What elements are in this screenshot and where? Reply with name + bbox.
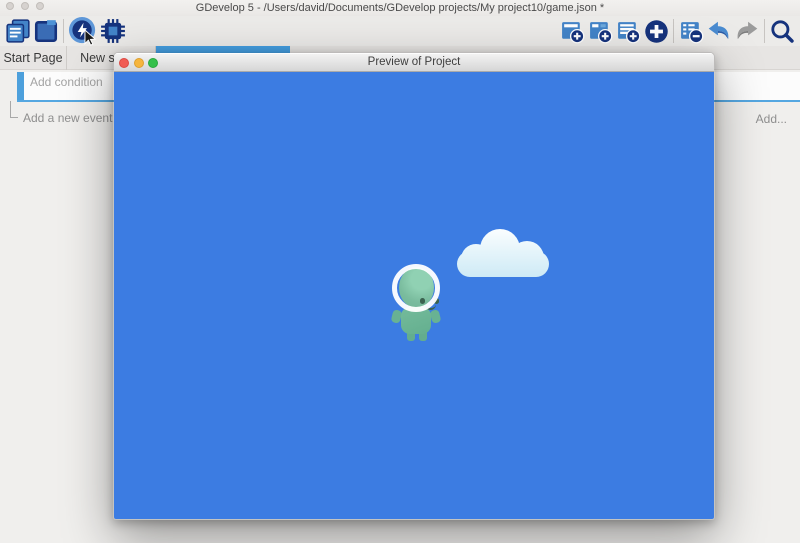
add-event-button[interactable]: [558, 17, 586, 45]
remove-event-icon: [679, 19, 704, 44]
preview-window-title: Preview of Project: [114, 56, 714, 68]
undo-button[interactable]: [705, 17, 733, 45]
event-drag-handle[interactable]: [17, 72, 24, 100]
redo-icon: [734, 18, 760, 44]
event-tree-connector: [10, 101, 18, 118]
project-manager-button[interactable]: [4, 17, 32, 45]
add-condition-button[interactable]: Add condition: [30, 75, 103, 89]
preview-titlebar[interactable]: Preview of Project: [114, 53, 714, 72]
add-circle-button[interactable]: [642, 17, 670, 45]
add-subevent-button[interactable]: [586, 17, 614, 45]
add-subevent-icon: [588, 19, 613, 44]
search-icon: [769, 18, 795, 44]
remove-event-button[interactable]: [677, 17, 705, 45]
main-window-title: GDevelop 5 - /Users/david/Documents/GDev…: [0, 2, 800, 14]
cloud-sprite: [454, 228, 552, 278]
player-arm: [430, 309, 442, 324]
add-comment-button[interactable]: [614, 17, 642, 45]
toolbar: [0, 16, 800, 46]
project-manager-icon: [5, 18, 31, 44]
undo-icon: [706, 18, 732, 44]
screen: GDevelop 5 - /Users/david/Documents/GDev…: [0, 0, 800, 543]
add-more-button[interactable]: Add...: [756, 112, 787, 126]
preview-window: Preview of Project: [113, 52, 715, 520]
game-canvas[interactable]: [114, 72, 714, 519]
add-circle-icon: [644, 19, 669, 44]
preview-button[interactable]: [67, 17, 99, 45]
scene-editor-button[interactable]: [32, 17, 60, 45]
preview-play-icon: [68, 16, 99, 47]
search-button[interactable]: [768, 17, 796, 45]
redo-button[interactable]: [733, 17, 761, 45]
tab-start-page[interactable]: Start Page: [0, 46, 67, 70]
add-new-event-button[interactable]: Add a new event: [23, 111, 112, 125]
tab-label: Start Page: [3, 51, 62, 65]
debugger-icon: [100, 18, 126, 44]
player-sprite: [384, 257, 444, 347]
main-titlebar[interactable]: GDevelop 5 - /Users/david/Documents/GDev…: [0, 0, 800, 16]
add-event-icon: [560, 19, 585, 44]
toolbar-separator: [63, 19, 64, 43]
toolbar-separator: [764, 19, 765, 43]
add-comment-icon: [616, 19, 641, 44]
scene-editor-icon: [33, 18, 59, 44]
debugger-button[interactable]: [99, 17, 127, 45]
toolbar-separator: [673, 19, 674, 43]
player-helmet-ring: [392, 264, 440, 312]
